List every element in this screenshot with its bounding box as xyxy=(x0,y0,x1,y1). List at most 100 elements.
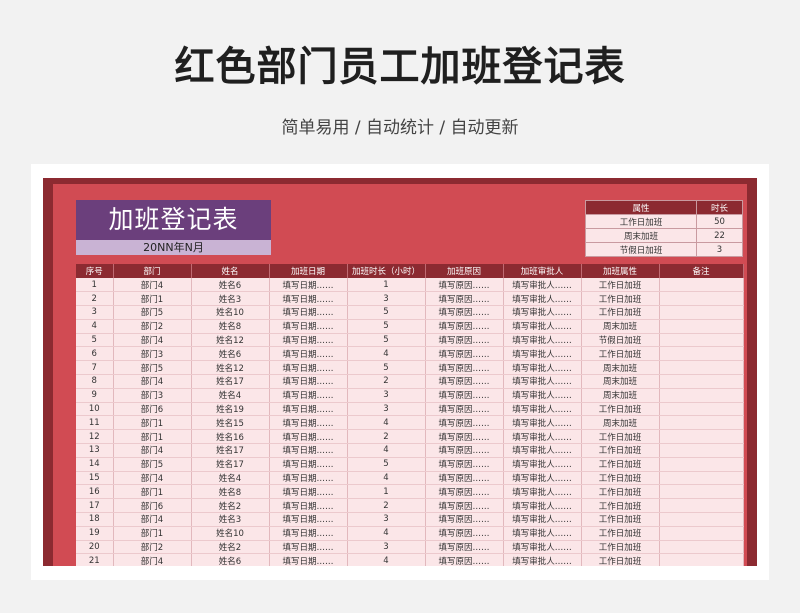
table-cell[interactable]: 16 xyxy=(76,484,114,500)
table-cell[interactable]: 工作日加班 xyxy=(581,471,660,486)
table-cell[interactable]: 13 xyxy=(76,443,114,458)
table-cell[interactable]: 填写审批人…… xyxy=(503,319,582,334)
table-cell[interactable] xyxy=(659,278,744,293)
table-cell[interactable]: 部门5 xyxy=(113,305,192,320)
table-cell[interactable]: 2 xyxy=(76,291,114,307)
table-cell[interactable]: 周末加班 xyxy=(581,360,660,376)
table-cell[interactable]: 部门4 xyxy=(113,443,192,458)
table-cell[interactable]: 工作日加班 xyxy=(581,512,660,527)
table-cell[interactable]: 1 xyxy=(347,484,426,500)
table-cell[interactable]: 填写日期…… xyxy=(269,553,348,566)
table-cell[interactable] xyxy=(659,374,744,389)
table-cell[interactable] xyxy=(659,333,744,348)
table-cell[interactable] xyxy=(659,415,744,431)
table-cell[interactable]: 填写原因…… xyxy=(425,305,504,320)
table-cell[interactable]: 姓名16 xyxy=(191,429,270,445)
summary-cell[interactable]: 3 xyxy=(696,242,743,257)
table-cell[interactable]: 姓名3 xyxy=(191,512,270,527)
table-cell[interactable]: 填写审批人…… xyxy=(503,443,582,458)
table-cell[interactable]: 部门1 xyxy=(113,429,192,445)
table-cell[interactable]: 5 xyxy=(347,333,426,348)
table-cell[interactable]: 工作日加班 xyxy=(581,457,660,472)
table-cell[interactable]: 填写原因…… xyxy=(425,360,504,376)
table-cell[interactable]: 工作日加班 xyxy=(581,305,660,320)
table-cell[interactable]: 12 xyxy=(76,429,114,445)
table-cell[interactable]: 填写原因…… xyxy=(425,388,504,403)
table-cell[interactable]: 6 xyxy=(76,346,114,362)
table-cell[interactable]: 2 xyxy=(347,374,426,389)
table-cell[interactable]: 9 xyxy=(76,388,114,403)
table-cell[interactable]: 姓名15 xyxy=(191,415,270,431)
table-cell[interactable]: 填写原因…… xyxy=(425,402,504,417)
table-cell[interactable]: 部门4 xyxy=(113,512,192,527)
table-cell[interactable]: 填写原因…… xyxy=(425,484,504,500)
table-cell[interactable]: 17 xyxy=(76,498,114,514)
table-cell[interactable]: 7 xyxy=(76,360,114,376)
table-cell[interactable] xyxy=(659,540,744,555)
table-cell[interactable]: 填写日期…… xyxy=(269,540,348,555)
table-cell[interactable]: 姓名12 xyxy=(191,360,270,376)
table-cell[interactable]: 周末加班 xyxy=(581,388,660,403)
table-cell[interactable]: 4 xyxy=(347,415,426,431)
table-cell[interactable]: 19 xyxy=(76,526,114,541)
table-cell[interactable]: 填写审批人…… xyxy=(503,305,582,320)
table-cell[interactable]: 部门6 xyxy=(113,402,192,417)
table-cell[interactable]: 填写日期…… xyxy=(269,443,348,458)
table-cell[interactable]: 姓名4 xyxy=(191,471,270,486)
table-cell[interactable]: 姓名19 xyxy=(191,402,270,417)
table-cell[interactable]: 填写审批人…… xyxy=(503,471,582,486)
table-cell[interactable]: 部门1 xyxy=(113,291,192,307)
table-cell[interactable]: 工作日加班 xyxy=(581,443,660,458)
table-cell[interactable]: 10 xyxy=(76,402,114,417)
table-cell[interactable]: 填写日期…… xyxy=(269,305,348,320)
table-cell[interactable] xyxy=(659,526,744,541)
table-cell[interactable]: 姓名10 xyxy=(191,305,270,320)
table-cell[interactable]: 3 xyxy=(347,402,426,417)
table-cell[interactable]: 填写日期…… xyxy=(269,484,348,500)
table-cell[interactable]: 5 xyxy=(347,319,426,334)
table-cell[interactable]: 3 xyxy=(347,388,426,403)
table-cell[interactable]: 5 xyxy=(347,457,426,472)
table-cell[interactable]: 填写审批人…… xyxy=(503,526,582,541)
table-cell[interactable]: 工作日加班 xyxy=(581,553,660,566)
table-cell[interactable]: 18 xyxy=(76,512,114,527)
table-cell[interactable]: 8 xyxy=(76,374,114,389)
table-cell[interactable]: 填写原因…… xyxy=(425,512,504,527)
table-cell[interactable]: 填写原因…… xyxy=(425,374,504,389)
table-cell[interactable]: 填写日期…… xyxy=(269,333,348,348)
table-cell[interactable]: 填写日期…… xyxy=(269,512,348,527)
table-cell[interactable]: 2 xyxy=(347,498,426,514)
table-cell[interactable]: 姓名17 xyxy=(191,457,270,472)
table-cell[interactable]: 姓名17 xyxy=(191,443,270,458)
table-cell[interactable]: 填写原因…… xyxy=(425,319,504,334)
table-cell[interactable]: 周末加班 xyxy=(581,319,660,334)
table-cell[interactable]: 填写日期…… xyxy=(269,319,348,334)
table-cell[interactable]: 5 xyxy=(347,305,426,320)
table-cell[interactable]: 填写原因…… xyxy=(425,443,504,458)
table-cell[interactable]: 5 xyxy=(76,333,114,348)
table-cell[interactable] xyxy=(659,484,744,500)
table-cell[interactable]: 部门5 xyxy=(113,457,192,472)
table-cell[interactable]: 3 xyxy=(347,291,426,307)
table-cell[interactable]: 填写原因…… xyxy=(425,415,504,431)
table-cell[interactable]: 填写审批人…… xyxy=(503,291,582,307)
table-cell[interactable]: 4 xyxy=(76,319,114,334)
summary-cell[interactable]: 节假日加班 xyxy=(584,242,698,257)
table-cell[interactable] xyxy=(659,346,744,362)
table-cell[interactable]: 姓名2 xyxy=(191,540,270,555)
table-cell[interactable]: 填写审批人…… xyxy=(503,415,582,431)
table-cell[interactable]: 周末加班 xyxy=(581,374,660,389)
table-cell[interactable]: 姓名6 xyxy=(191,553,270,566)
table-cell[interactable]: 填写原因…… xyxy=(425,429,504,445)
table-cell[interactable]: 填写审批人…… xyxy=(503,360,582,376)
table-cell[interactable]: 填写日期…… xyxy=(269,388,348,403)
table-cell[interactable]: 填写原因…… xyxy=(425,291,504,307)
table-cell[interactable]: 4 xyxy=(347,526,426,541)
table-cell[interactable]: 姓名10 xyxy=(191,526,270,541)
table-cell[interactable]: 部门5 xyxy=(113,360,192,376)
table-cell[interactable]: 填写日期…… xyxy=(269,360,348,376)
table-cell[interactable]: 填写日期…… xyxy=(269,457,348,472)
table-cell[interactable]: 填写审批人…… xyxy=(503,402,582,417)
table-cell[interactable]: 3 xyxy=(347,540,426,555)
table-cell[interactable]: 部门2 xyxy=(113,540,192,555)
